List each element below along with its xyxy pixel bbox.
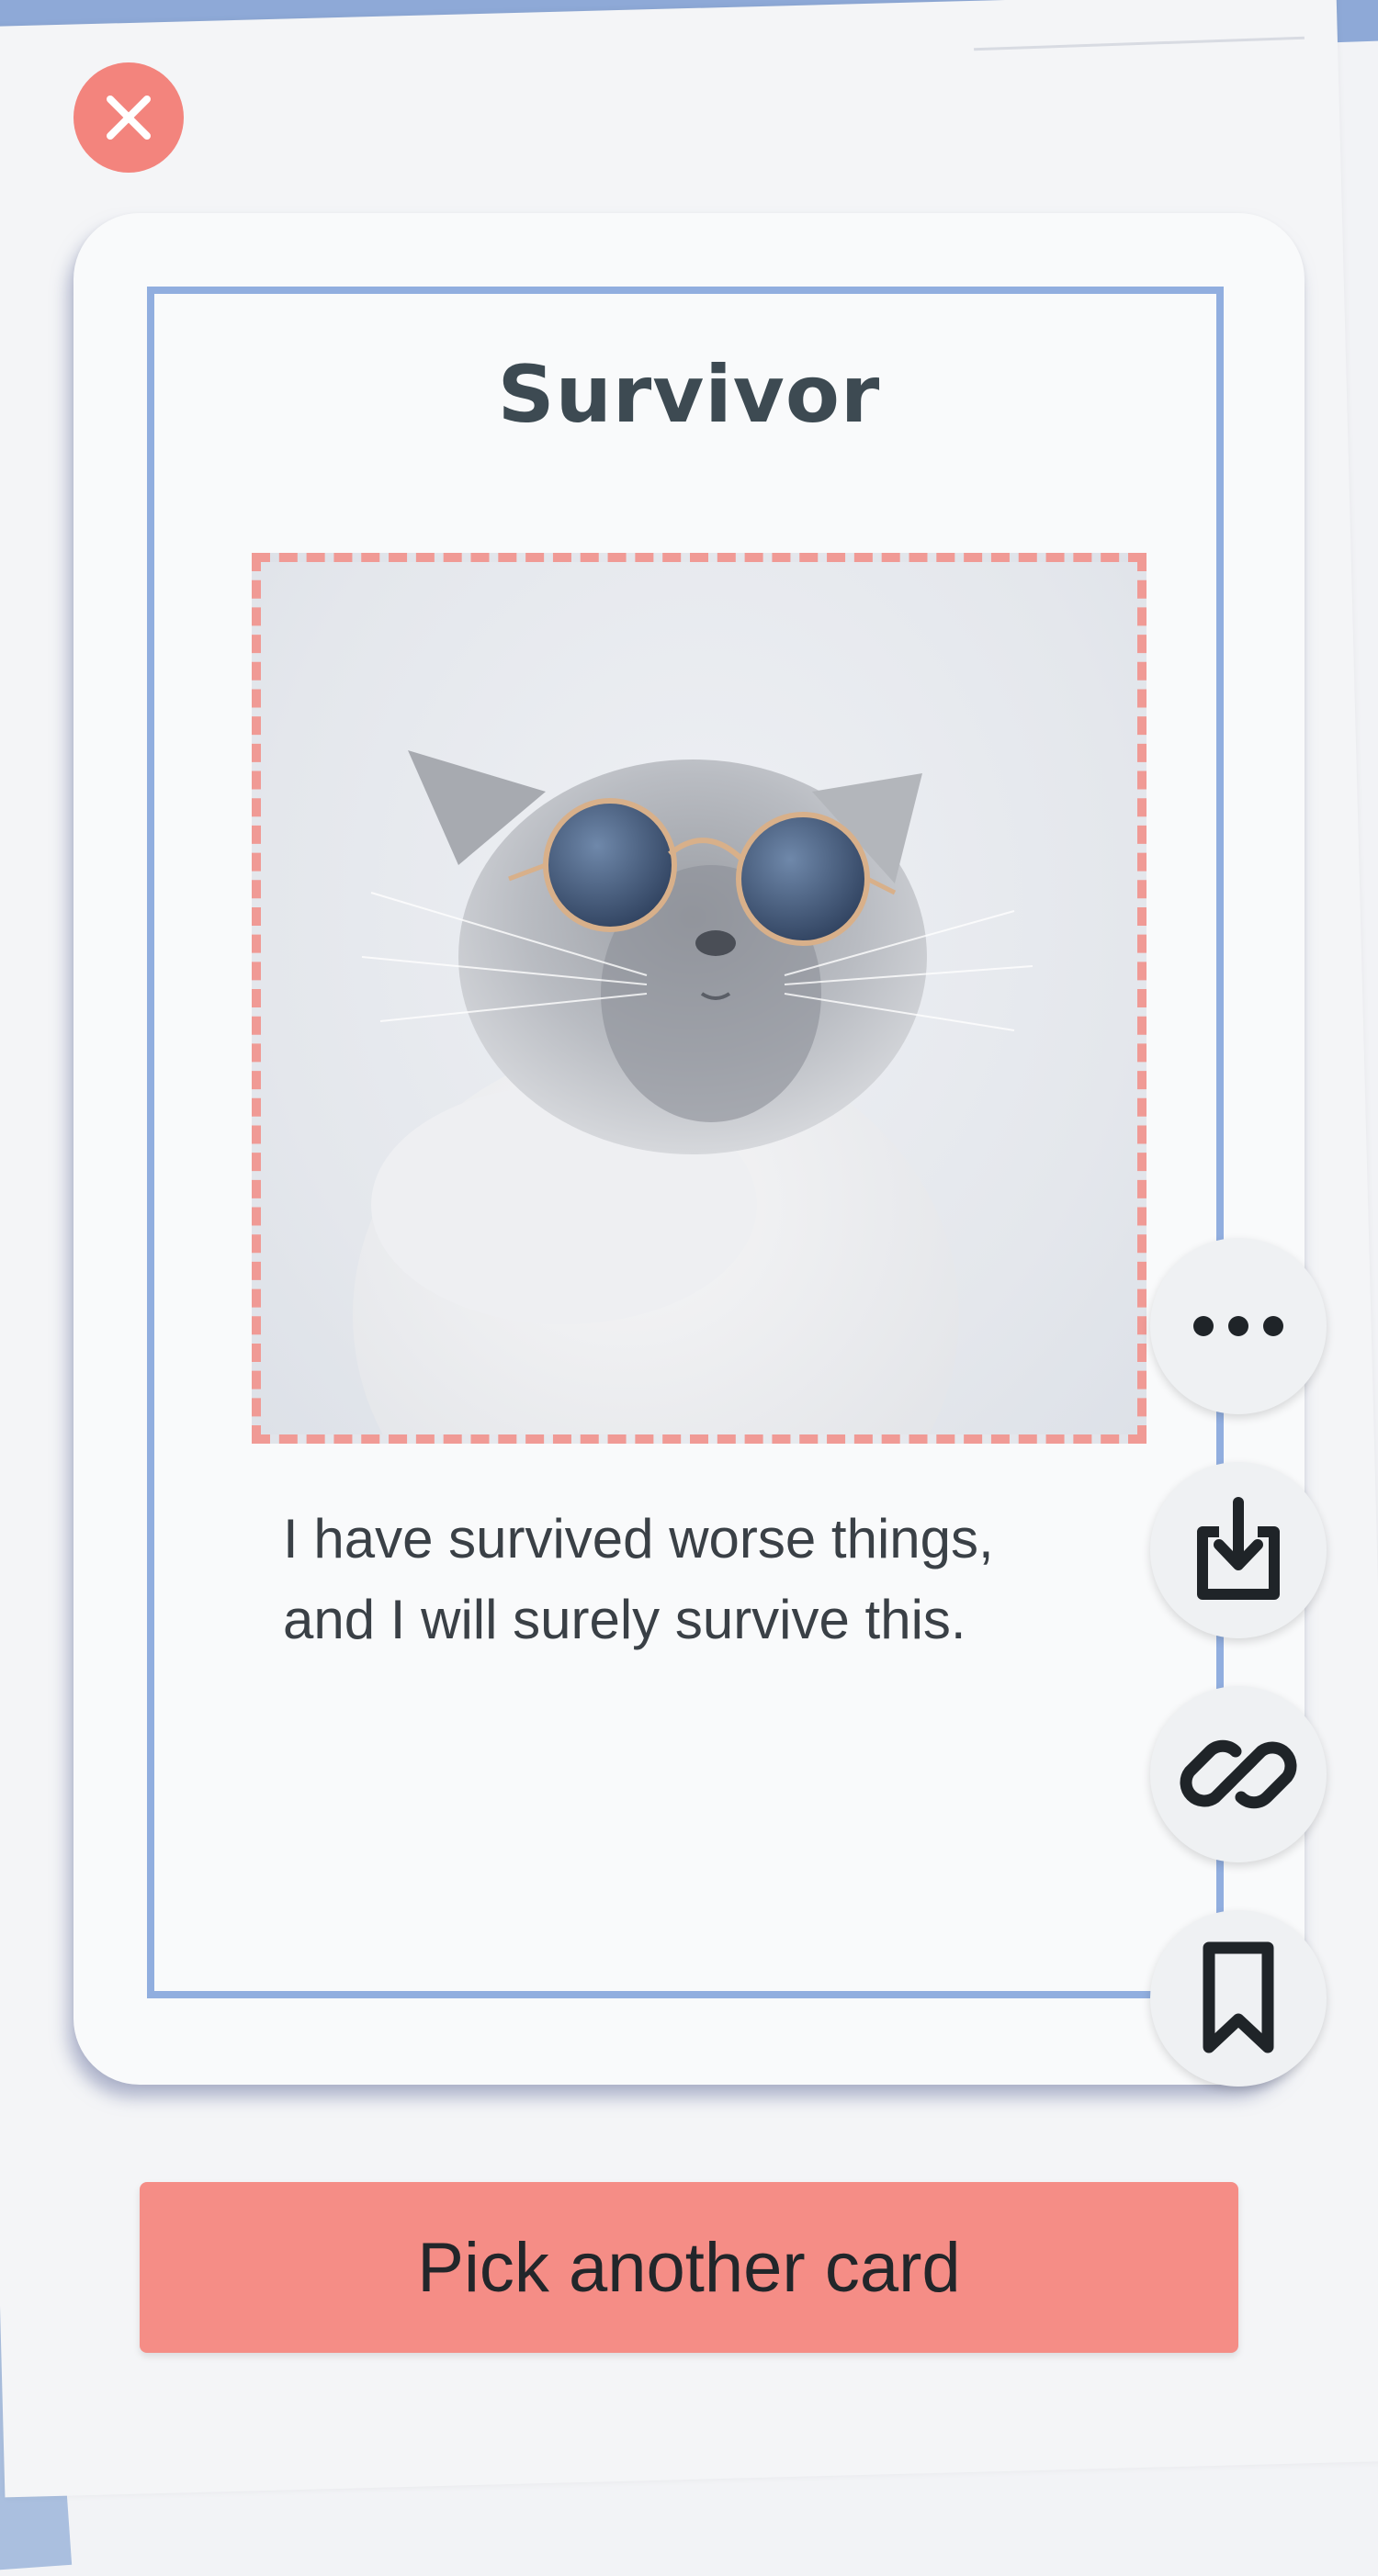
- card-image: [252, 553, 1146, 1444]
- link-button[interactable]: [1150, 1686, 1327, 1862]
- bookmark-icon: [1203, 1941, 1274, 2053]
- bookmark-button[interactable]: [1150, 1910, 1327, 2087]
- quote-card: Survivor I have survived worse things, a…: [73, 213, 1305, 2085]
- more-icon: [1193, 1316, 1283, 1336]
- card-title: Survivor: [497, 349, 881, 441]
- card-quote: I have survived worse things, and I will…: [283, 1499, 1183, 1660]
- quote-line-1: I have survived worse things,: [283, 1508, 994, 1569]
- close-icon: [107, 96, 151, 140]
- link-icon: [1180, 1739, 1297, 1809]
- quote-line-2: and I will surely survive this.: [283, 1589, 966, 1650]
- pick-another-card-button[interactable]: Pick another card: [140, 2182, 1238, 2353]
- cat-illustration: [353, 750, 1034, 1434]
- download-button[interactable]: [1150, 1462, 1327, 1638]
- more-button[interactable]: [1150, 1238, 1327, 1414]
- close-button[interactable]: [73, 62, 184, 173]
- download-icon: [1197, 1497, 1280, 1600]
